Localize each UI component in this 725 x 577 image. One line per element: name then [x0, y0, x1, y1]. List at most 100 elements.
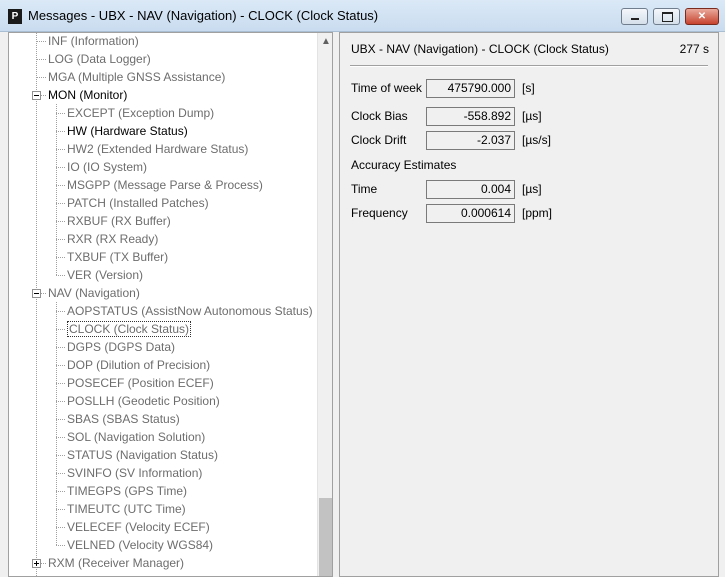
time-of-week-unit: [s]: [522, 81, 535, 95]
tree-item-label: TXBUF (TX Buffer): [67, 250, 169, 264]
time-accuracy-value: 0.004: [426, 180, 515, 199]
clock-drift-label: Clock Drift: [351, 133, 407, 147]
maximize-icon: [662, 12, 673, 22]
tree-item[interactable]: SBAS (SBAS Status): [67, 410, 180, 428]
tree-connector: [56, 113, 65, 114]
tree-connector: [36, 77, 46, 78]
tree-scrollbar[interactable]: ▲: [317, 33, 332, 576]
tree-connector: [56, 221, 65, 222]
maximize-button[interactable]: [653, 8, 680, 25]
tree-item-label: VELNED (Velocity WGS84): [67, 538, 214, 552]
tree-item[interactable]: TIMEUTC (UTC Time): [67, 500, 186, 518]
tree-item[interactable]: HW (Hardware Status): [67, 122, 188, 140]
tree-item[interactable]: POSECEF (Position ECEF): [67, 374, 214, 392]
tree-item-label: MON (Monitor): [48, 88, 128, 102]
tree-item[interactable]: IO (IO System): [67, 158, 147, 176]
tree-item-label: SOL (Navigation Solution): [67, 430, 206, 444]
tree-item[interactable]: DOP (Dilution of Precision): [67, 356, 210, 374]
tree-item[interactable]: TXBUF (TX Buffer): [67, 248, 168, 266]
tree-item[interactable]: LOG (Data Logger): [48, 50, 151, 68]
tree-item-label: RXR (RX Ready): [67, 232, 159, 246]
tree-connector: [56, 437, 65, 438]
tree-connector: [56, 401, 65, 402]
tree-connector: [56, 455, 65, 456]
collapse-minus-icon[interactable]: [32, 91, 41, 100]
time-of-week-label: Time of week: [351, 81, 422, 95]
tree-item-label: TIMEGPS (GPS Time): [67, 484, 188, 498]
time-accuracy-unit: [µs]: [522, 182, 542, 196]
tree-connector: [56, 167, 65, 168]
tree-connector: [56, 131, 65, 132]
scroll-up-icon[interactable]: ▲: [318, 33, 332, 50]
tree-item[interactable]: NAV (Navigation): [48, 284, 140, 302]
tree-connector: [56, 365, 65, 366]
tree-item-label: POSLLH (Geodetic Position): [67, 394, 220, 408]
tree-item[interactable]: VELNED (Velocity WGS84): [67, 536, 213, 554]
collapse-minus-icon[interactable]: [32, 289, 41, 298]
tree-item[interactable]: PATCH (Installed Patches): [67, 194, 209, 212]
tree-connector: [56, 203, 65, 204]
clock-bias-value: -558.892: [426, 107, 515, 126]
tree-item-label: MSGPP (Message Parse & Process): [67, 178, 263, 192]
expander-bar: [34, 95, 39, 96]
detail-header: UBX - NAV (Navigation) - CLOCK (Clock St…: [351, 42, 609, 56]
clock-bias-label: Clock Bias: [351, 109, 408, 123]
tree-item[interactable]: TIM (Timing): [48, 572, 116, 576]
tree-item[interactable]: TIMEGPS (GPS Time): [67, 482, 187, 500]
content-frame: ▲ INF (Information) LOG (Data Logger) MGA …: [0, 32, 725, 577]
minimize-button[interactable]: [621, 8, 648, 25]
tree-connector: [56, 347, 65, 348]
tree-item[interactable]: AOPSTATUS (AssistNow Autonomous Status): [67, 302, 313, 320]
app-logo-icon: P: [8, 9, 22, 24]
title-bar: P Messages - UBX - NAV (Navigation) - CL…: [0, 0, 725, 32]
tree-item-label: DGPS (DGPS Data): [67, 340, 176, 354]
tree-item[interactable]: RXM (Receiver Manager): [48, 554, 184, 572]
expand-plus-icon[interactable]: [32, 559, 41, 568]
time-of-week-value: 475790.000: [426, 79, 515, 98]
tree-connector: [56, 545, 65, 546]
tree-item-label: NAV (Navigation): [48, 286, 140, 300]
tree-item-label: POSECEF (Position ECEF): [67, 376, 214, 390]
expander-bar: [36, 561, 37, 566]
tree-item-label: SBAS (SBAS Status): [67, 412, 180, 426]
tree-connector: [36, 59, 46, 60]
frequency-accuracy-value: 0.000614: [426, 204, 515, 223]
tree-item-label: RXM (Receiver Manager): [48, 556, 185, 570]
tree-item[interactable]: VER (Version): [67, 266, 143, 284]
tree-connector: [56, 419, 65, 420]
tree-item[interactable]: POSLLH (Geodetic Position): [67, 392, 220, 410]
message-tree: ▲ INF (Information) LOG (Data Logger) MGA …: [8, 32, 333, 577]
tree-item[interactable]: RXBUF (RX Buffer): [67, 212, 171, 230]
tree-item-label: CLOCK (Clock Status): [67, 321, 192, 337]
tree-item[interactable]: HW2 (Extended Hardware Status): [67, 140, 248, 158]
clock-drift-unit: [µs/s]: [522, 133, 551, 147]
tree-item[interactable]: EXCEPT (Exception Dump): [67, 104, 214, 122]
tree-connector: [56, 509, 65, 510]
tree-item[interactable]: CLOCK (Clock Status): [67, 320, 192, 338]
scroll-thumb[interactable]: [319, 498, 332, 576]
tree-item[interactable]: MON (Monitor): [48, 86, 127, 104]
tree-item[interactable]: DGPS (DGPS Data): [67, 338, 175, 356]
tree-item-label: STATUS (Navigation Status): [67, 448, 218, 462]
tree-item-label: DOP (Dilution of Precision): [67, 358, 211, 372]
tree-item[interactable]: SVINFO (SV Information): [67, 464, 202, 482]
tree-item[interactable]: INF (Information): [48, 33, 139, 50]
tree-connector: [56, 527, 65, 528]
tree-item[interactable]: RXR (RX Ready): [67, 230, 158, 248]
tree-item[interactable]: MGA (Multiple GNSS Assistance): [48, 68, 225, 86]
tree-connector: [56, 473, 65, 474]
tree-connector: [56, 149, 65, 150]
tree-connector: [56, 275, 65, 276]
tree-item-label: IO (IO System): [67, 160, 148, 174]
tree-item[interactable]: MSGPP (Message Parse & Process): [67, 176, 263, 194]
close-icon: ✕: [697, 11, 707, 22]
tree-connector: [56, 185, 65, 186]
frequency-accuracy-label: Frequency: [351, 206, 408, 220]
tree-item[interactable]: VELECEF (Velocity ECEF): [67, 518, 210, 536]
close-button[interactable]: ✕: [685, 8, 719, 25]
tree-item[interactable]: STATUS (Navigation Status): [67, 446, 218, 464]
tree-item[interactable]: SOL (Navigation Solution): [67, 428, 205, 446]
tree-item-label: TIMEUTC (UTC Time): [67, 502, 186, 516]
header-divider: [350, 65, 708, 67]
tree-item-label: AOPSTATUS (AssistNow Autonomous Status): [67, 304, 313, 318]
